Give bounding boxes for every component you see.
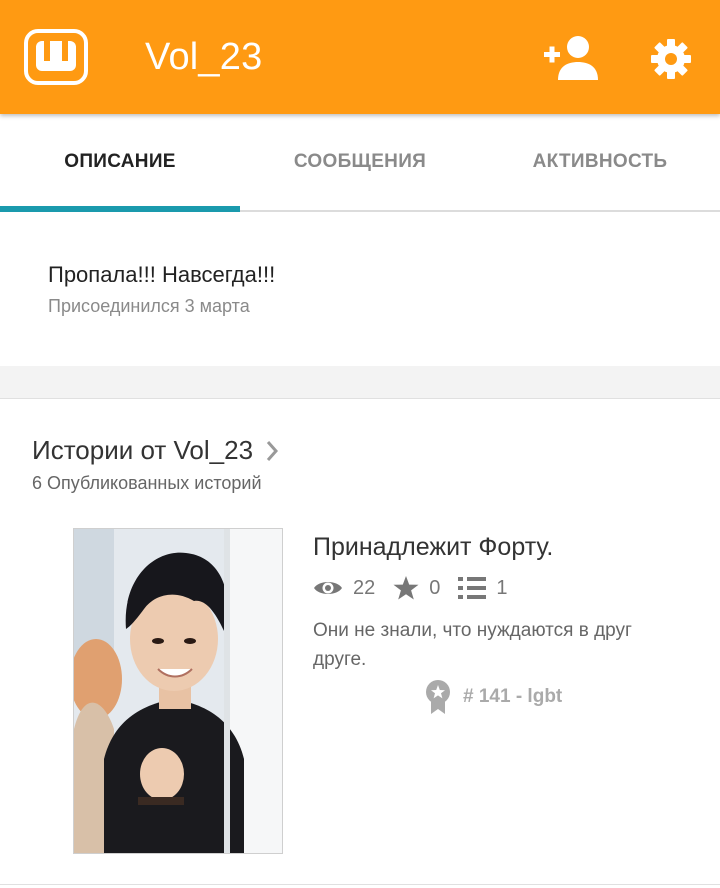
wattpad-logo-icon[interactable]: [24, 29, 88, 85]
story-title[interactable]: Принадлежит Форту.: [313, 533, 553, 562]
story-description: Они не знали, что нуждаются в друг друге…: [313, 620, 632, 670]
tab-messages[interactable]: СООБЩЕНИЯ: [240, 114, 480, 210]
parts-count: 1: [496, 576, 508, 599]
stories-count: 6 Опубликованных историй: [32, 473, 262, 493]
story-cover-image[interactable]: [73, 528, 283, 854]
stories-section-header[interactable]: Истории от Vol_23: [32, 435, 279, 466]
tab-description[interactable]: ОПИСАНИЕ: [0, 114, 240, 210]
profile-tagline: Пропала!!! Навсегда!!!: [48, 262, 276, 287]
app-title: Vol_23: [145, 36, 263, 78]
stories-title: Истории от Vol_23: [32, 435, 254, 465]
votes-stat: 0: [393, 576, 440, 600]
parts-stat: 1: [458, 576, 508, 600]
tab-activity[interactable]: АКТИВНОСТЬ: [480, 114, 720, 210]
list-icon: [458, 577, 487, 599]
active-tab-indicator: [0, 206, 240, 212]
votes-count: 0: [429, 576, 441, 599]
gear-icon[interactable]: [650, 38, 692, 80]
chevron-right-icon: [266, 440, 279, 461]
story-stats: 22 0 1: [313, 576, 526, 600]
add-user-icon[interactable]: [542, 34, 602, 82]
rank-label: # 141 - lgbt: [463, 686, 563, 707]
reads-stat: 22: [313, 577, 375, 600]
star-icon: [393, 576, 419, 600]
section-divider: [0, 366, 720, 399]
app-bar: Vol_23: [0, 0, 720, 114]
reads-count: 22: [353, 576, 376, 599]
ranking-badge-icon: [426, 680, 450, 714]
eye-icon: [314, 582, 342, 594]
profile-tabs: ОПИСАНИЕ СООБЩЕНИЯ АКТИВНОСТЬ: [0, 114, 720, 212]
join-date: Присоединился 3 марта: [48, 296, 250, 316]
card-bottom-divider: [0, 884, 720, 885]
story-rank[interactable]: # 141 - lgbt: [425, 680, 562, 714]
